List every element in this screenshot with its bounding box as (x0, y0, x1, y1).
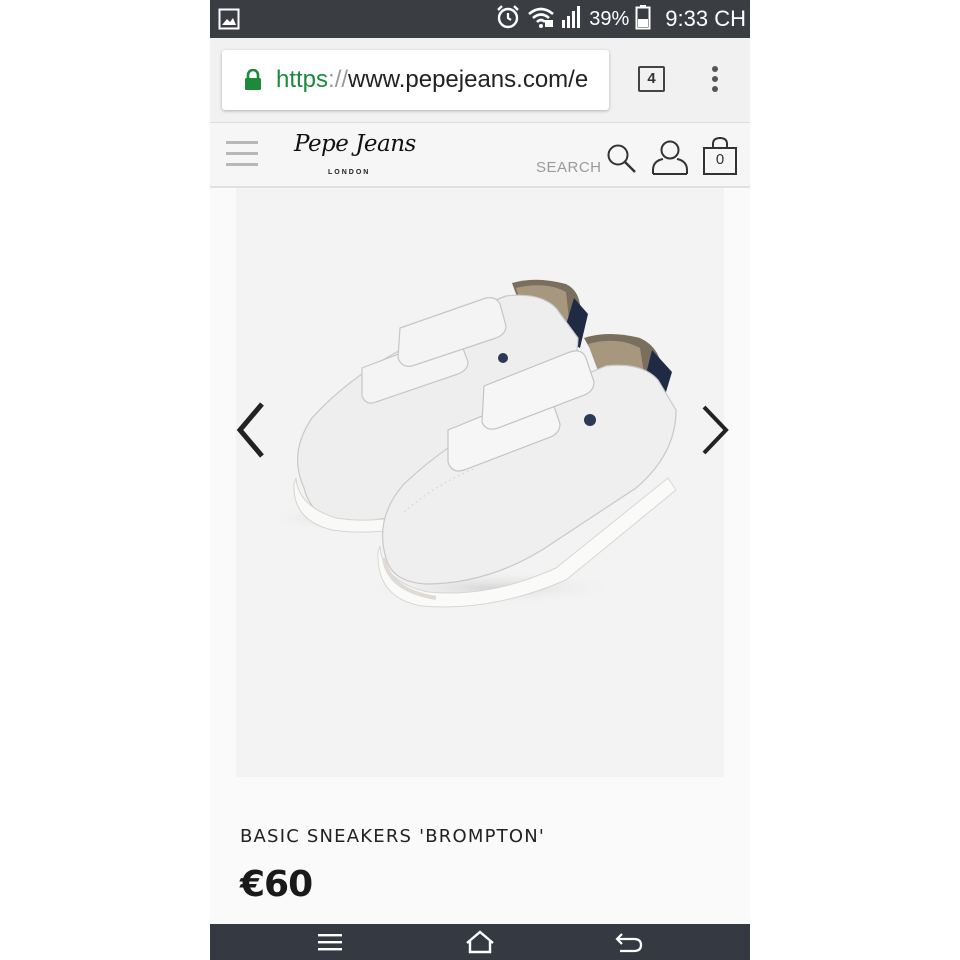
url-host: www.pepejeans.com/e (348, 66, 589, 93)
wifi-icon (527, 5, 555, 34)
lock-icon (244, 68, 262, 96)
tab-switcher-button[interactable]: 4 (638, 66, 665, 92)
brand-logo[interactable]: Pepe Jeans LONDON (294, 131, 416, 183)
next-image-arrow[interactable] (696, 403, 732, 463)
logo-subtitle: LONDON (328, 169, 371, 176)
menu-dot (712, 86, 718, 92)
shopping-bag-button[interactable]: 0 (702, 136, 738, 175)
account-icon[interactable] (651, 139, 689, 180)
address-bar[interactable]: https://www.pepejeans.com/e (222, 50, 609, 110)
product-image (261, 279, 677, 608)
product-gallery[interactable] (234, 188, 729, 777)
site-header: Pepe Jeans LONDON SEARCH 0 (210, 122, 750, 188)
signal-icon (561, 5, 583, 34)
back-icon[interactable] (614, 930, 644, 959)
battery-percent: 39% (589, 7, 630, 30)
search-label[interactable]: SEARCH (536, 159, 602, 176)
system-nav-bar (210, 924, 750, 960)
search-icon[interactable] (606, 143, 638, 180)
status-bar: 39% 9:33 CH (210, 0, 750, 38)
menu-icon[interactable] (316, 930, 344, 959)
product-price: €60 (240, 864, 313, 905)
bag-count: 0 (715, 151, 725, 168)
menu-dot (712, 66, 718, 72)
browser-menu-button[interactable] (708, 66, 722, 94)
clock: 9:33 CH (665, 6, 746, 31)
battery-icon (635, 4, 651, 35)
url-text: https://www.pepejeans.com/e (276, 66, 602, 94)
url-scheme: https (276, 66, 329, 93)
product-name: BASIC SNEAKERS 'BROMPTON' (240, 826, 546, 847)
phone-screen: 39% 9:33 CH https://www.pepejeans.com/e (210, 0, 750, 960)
menu-dot (712, 76, 718, 82)
alarm-icon (495, 4, 521, 35)
url-separator: :// (328, 66, 349, 93)
browser-toolbar: https://www.pepejeans.com/e 4 (210, 38, 750, 122)
logo-script: Pepe Jeans (294, 131, 416, 157)
previous-image-arrow[interactable] (234, 400, 270, 460)
home-icon[interactable] (464, 930, 496, 959)
gallery-icon (218, 8, 240, 35)
hamburger-menu-icon[interactable] (226, 141, 258, 169)
